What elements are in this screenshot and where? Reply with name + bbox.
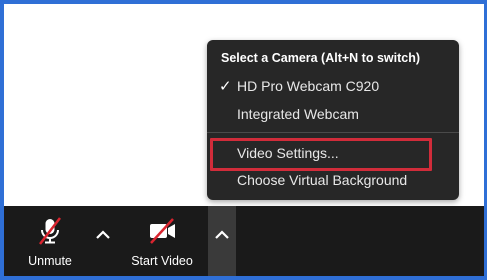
unmute-button[interactable]: Unmute <box>16 206 84 276</box>
zoom-window: Select a Camera (Alt+N to switch) ✓ HD P… <box>0 0 487 280</box>
virtual-background-label: Choose Virtual Background <box>237 172 408 188</box>
video-off-camera-icon <box>150 218 175 244</box>
chevron-up-icon[interactable] <box>94 228 112 242</box>
video-settings-label: Video Settings... <box>237 145 339 161</box>
camera-option-label: HD Pro Webcam C920 <box>237 78 380 94</box>
camera-menu-header: Select a Camera (Alt+N to switch) <box>221 51 421 65</box>
unmute-label: Unmute <box>28 254 72 268</box>
camera-option-integrated-webcam[interactable]: Integrated Webcam <box>207 102 459 128</box>
video-options-toggle[interactable] <box>208 206 236 276</box>
camera-option-hd-pro-webcam[interactable]: ✓ HD Pro Webcam C920 <box>207 74 459 100</box>
camera-option-label: Integrated Webcam <box>237 106 359 122</box>
choose-virtual-background-menu-item[interactable]: Choose Virtual Background <box>207 168 459 194</box>
muted-microphone-icon <box>39 217 61 245</box>
start-video-button[interactable]: Start Video <box>120 206 204 276</box>
meeting-toolbar: Unmute Start Video <box>4 206 484 276</box>
window-border-bottom <box>0 276 487 280</box>
chevron-up-icon <box>215 230 229 239</box>
menu-divider <box>207 132 459 133</box>
video-settings-menu-item[interactable]: Video Settings... <box>207 141 459 167</box>
start-video-label: Start Video <box>131 254 193 268</box>
checkmark-icon: ✓ <box>219 78 232 95</box>
